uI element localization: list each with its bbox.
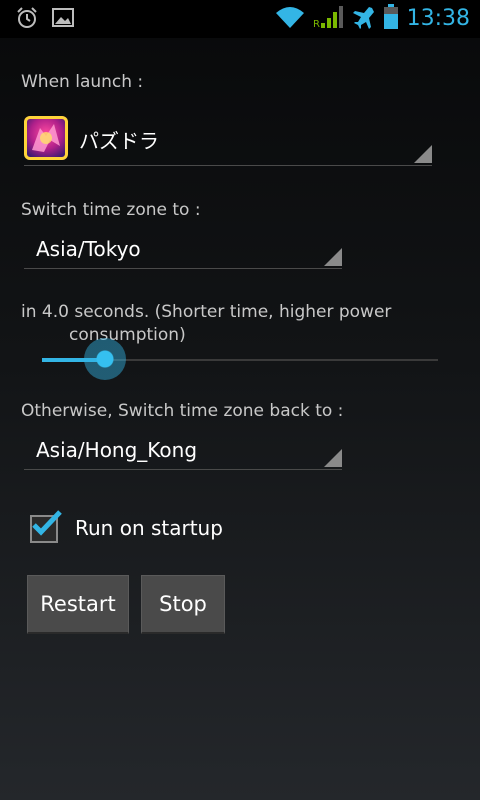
battery-icon: [383, 4, 399, 34]
spinner-arrow-icon: [324, 248, 342, 266]
timezone-label: Switch time zone to :: [21, 200, 201, 220]
delay-label-continued: consumption): [69, 325, 186, 345]
spinner-arrow-icon: [414, 145, 432, 163]
delay-slider[interactable]: [42, 338, 438, 380]
revert-timezone-spinner[interactable]: Asia/Hong_Kong: [24, 433, 342, 470]
stop-button[interactable]: Stop: [141, 575, 225, 634]
delay-label: in 4.0 seconds. (Shorter time, higher po…: [21, 302, 392, 322]
checkmark-icon: [32, 510, 62, 536]
status-clock: 13:38: [406, 6, 470, 31]
image-icon: [52, 7, 74, 33]
restart-button[interactable]: Restart: [27, 575, 129, 634]
run-on-startup-checkbox[interactable]: [30, 510, 62, 543]
airplane-icon: [351, 5, 375, 33]
launch-app-name: パズドラ: [79, 129, 159, 153]
launch-label: When launch :: [21, 72, 144, 92]
wifi-icon: [275, 5, 305, 33]
svg-text:R: R: [313, 19, 320, 29]
run-on-startup-label[interactable]: Run on startup: [75, 516, 223, 540]
status-bar: R 13:38: [0, 0, 480, 38]
timezone-spinner[interactable]: Asia/Tokyo: [24, 232, 342, 269]
revert-timezone-value: Asia/Hong_Kong: [36, 438, 198, 462]
puzzle-dragons-app-icon: [24, 116, 68, 160]
delay-slider-thumb[interactable]: [84, 338, 127, 380]
alarm-icon: [16, 7, 38, 33]
spinner-arrow-icon: [324, 449, 342, 467]
launch-app-spinner[interactable]: パズドラ: [24, 113, 432, 166]
revert-label: Otherwise, Switch time zone back to :: [21, 401, 344, 421]
timezone-value: Asia/Tokyo: [36, 237, 141, 261]
signal-roaming-icon: R: [313, 5, 343, 33]
